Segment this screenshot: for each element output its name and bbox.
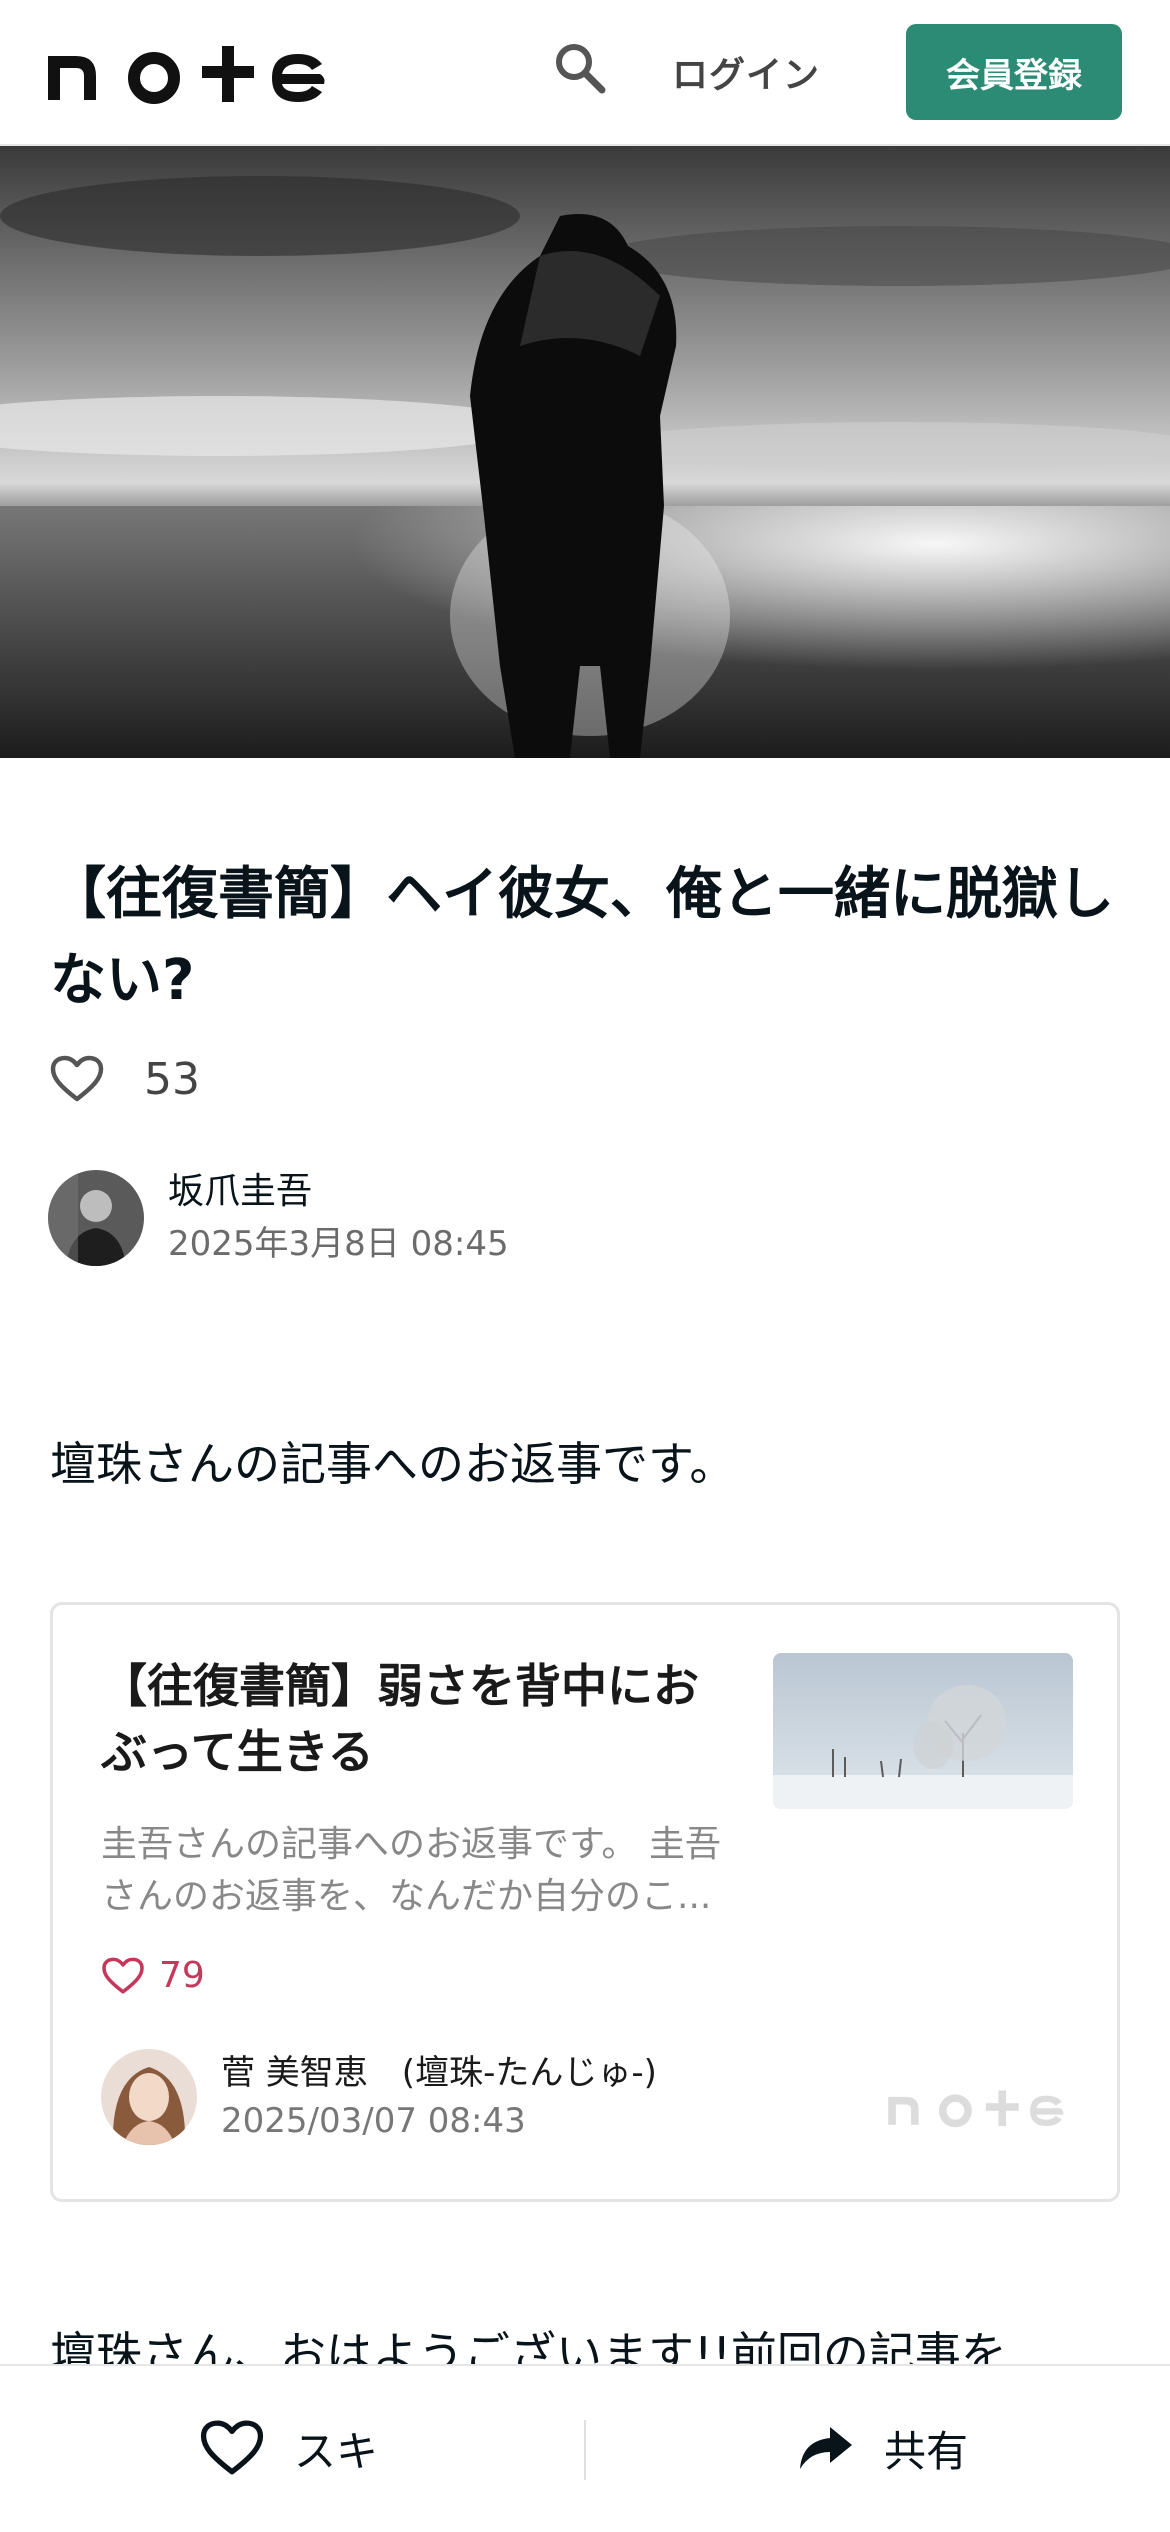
- article-title-line: ない?: [50, 948, 195, 1013]
- heart-icon: [102, 1957, 144, 1994]
- article-title: 【往復書簡】ヘイ彼女、俺と一緒に脱獄し ない?: [50, 852, 1130, 1024]
- share-button[interactable]: 共有: [796, 2408, 968, 2488]
- embed-title-line: ぶって生きる: [101, 1725, 374, 1779]
- embed-title-line: 【往復書簡】弱さを背中にお: [101, 1659, 699, 1713]
- embed-thumbnail: [773, 1653, 1073, 1809]
- embed-author-block: 菅 美智恵 (壇珠-たんじゅ-) 2025/03/07 08:43: [101, 2049, 657, 2145]
- embed-author-avatar: [101, 2049, 197, 2145]
- heart-icon[interactable]: [50, 1055, 104, 1103]
- note-logo[interactable]: [46, 38, 346, 106]
- like-button[interactable]: スキ: [200, 2408, 378, 2488]
- lead-paragraph: 壇珠さんの記事へのお返事です。: [50, 1437, 736, 1491]
- hero-image: [0, 146, 1170, 758]
- login-link[interactable]: ログイン: [672, 46, 820, 98]
- embed-excerpt: 圭吾さんの記事へのお返事です。 圭吾 さんのお返事を、なんだか自分のこ...: [101, 1819, 741, 1923]
- author-name[interactable]: 坂爪圭吾: [168, 1166, 509, 1218]
- author-meta: 坂爪圭吾 2025年3月8日 08:45: [168, 1166, 509, 1270]
- like-count: 53: [144, 1053, 200, 1105]
- embed-note-logo: [888, 2090, 1064, 2128]
- site-header: ログイン 会員登録: [0, 0, 1170, 146]
- like-button-label: スキ: [294, 2426, 379, 2476]
- embed-excerpt-line: 圭吾さんの記事へのお返事です。 圭吾: [101, 1824, 721, 1865]
- article-likes: 53: [50, 1046, 200, 1112]
- embed-excerpt-line: さんのお返事を、なんだか自分のこ...: [101, 1876, 712, 1917]
- embed-author-meta: 菅 美智恵 (壇珠-たんじゅ-) 2025/03/07 08:43: [221, 2049, 657, 2145]
- embed-likes: 79: [101, 1955, 205, 1996]
- embed-title: 【往復書簡】弱さを背中にお ぶって生きる: [101, 1653, 731, 1785]
- share-button-label: 共有: [884, 2426, 969, 2476]
- share-icon: [800, 2427, 852, 2469]
- signup-button[interactable]: 会員登録: [906, 24, 1122, 120]
- publish-date: 2025年3月8日 08:45: [168, 1224, 509, 1264]
- embed-author-name: 菅 美智恵 (壇珠-たんじゅ-): [221, 2053, 657, 2093]
- author-block[interactable]: 坂爪圭吾 2025年3月8日 08:45: [48, 1166, 509, 1270]
- heart-icon: [200, 2420, 264, 2475]
- bottom-action-bar: スキ 共有: [0, 2364, 1170, 2532]
- bottom-bar-divider: [584, 2420, 586, 2480]
- embed-date: 2025/03/07 08:43: [221, 2101, 526, 2141]
- embed-like-count: 79: [159, 1955, 205, 1996]
- search-button[interactable]: [548, 36, 612, 100]
- author-avatar[interactable]: [48, 1170, 144, 1266]
- embedded-article-card[interactable]: 【往復書簡】弱さを背中にお ぶって生きる 圭吾さんの記事へのお返事です。 圭吾 …: [50, 1602, 1120, 2202]
- search-icon: [556, 44, 606, 94]
- article-title-line: 【往復書簡】ヘイ彼女、俺と一緒に脱獄し: [50, 862, 1114, 927]
